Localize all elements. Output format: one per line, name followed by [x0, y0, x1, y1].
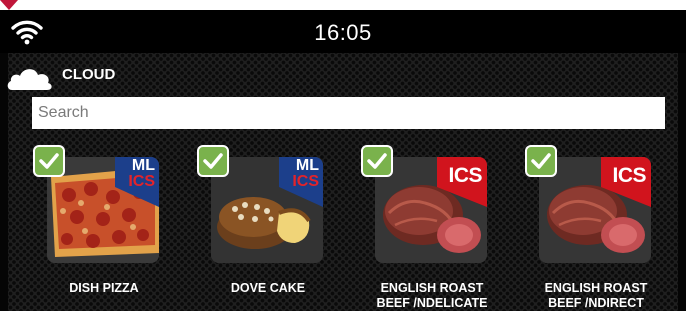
selected-check-icon	[525, 145, 557, 177]
status-clock: 16:05	[314, 20, 372, 45]
recipe-card-dove-cake[interactable]: ML ICS DOVE CAKE	[197, 145, 327, 311]
recipe-name: DOVE CAKE	[230, 281, 306, 295]
recipe-name: ENGLISH ROAST BEEF /NDIRECT	[544, 281, 648, 310]
screen-bezel-left	[0, 10, 8, 311]
cloud-icon	[7, 69, 52, 90]
recipe-card-english-roast-beef-delicate[interactable]: ICS ENGLISH ROAST BEEF /NDELICATE	[361, 145, 491, 311]
recipe-name: DISH PIZZA	[69, 281, 139, 295]
screen-bezel-right	[678, 10, 686, 311]
recipe-card-english-roast-beef-direct[interactable]: ICS ENGLISH ROAST BEEF /NDIRECT	[525, 145, 655, 311]
selected-check-icon	[197, 145, 229, 177]
selected-check-icon	[33, 145, 65, 177]
corner-indicator	[0, 0, 18, 10]
recipe-name: ENGLISH ROAST BEEF /NDELICATE	[376, 281, 488, 310]
recipe-card-dish-pizza[interactable]: ML ICS DISH PIZZA	[33, 145, 163, 311]
oven-screen: 16:05 CLOUD Search ML ICS DISH PIZZA ML …	[0, 10, 686, 311]
source-label: CLOUD	[62, 66, 116, 83]
status-bar: 16:05	[0, 10, 686, 53]
selected-check-icon	[361, 145, 393, 177]
search-input[interactable]	[32, 97, 665, 129]
